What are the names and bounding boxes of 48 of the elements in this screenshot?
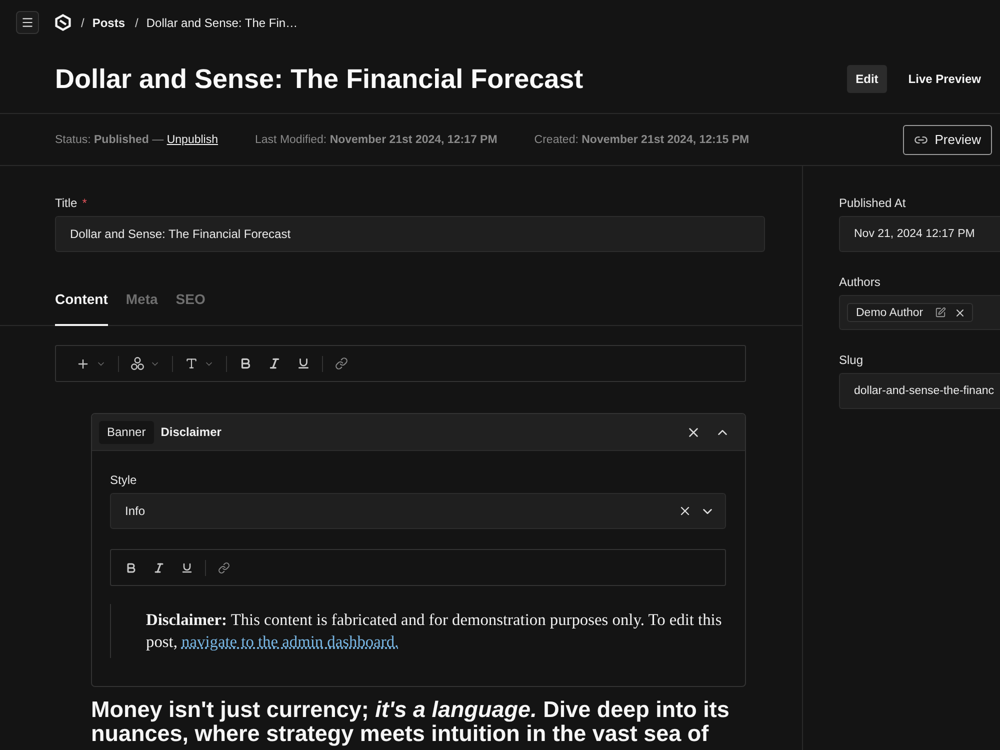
breadcrumb-separator: / [135, 16, 138, 30]
field-label: Published At [839, 196, 907, 210]
status-text: Status: Published — Unpublish [55, 134, 218, 146]
authors-field[interactable]: Demo Author [839, 295, 1000, 330]
breadcrumb-link[interactable]: Posts [92, 16, 126, 30]
link-icon [218, 562, 230, 574]
italic-icon [153, 562, 165, 574]
text-icon [185, 357, 198, 370]
block-type-label: Banner [99, 420, 154, 444]
breadcrumb-separator: / [81, 16, 84, 30]
body-paragraph: Money isn't just currency; it's a language. Dive deep into its nuances, where strategy meets intuition in the vast sea of [91, 698, 730, 746]
blocks-icon [131, 357, 144, 370]
bold-icon [239, 357, 252, 370]
slug-field[interactable]: dollar-and-sense-the-financ [839, 373, 1000, 409]
form-tab[interactable]: Meta [126, 286, 158, 326]
date-text: Created: November 21st 2024, 12:15 PM [534, 134, 750, 146]
edit-icon[interactable] [935, 307, 946, 318]
logo-icon[interactable] [55, 14, 71, 31]
menu-icon [21, 16, 34, 29]
form-tab[interactable]: SEO [176, 286, 206, 326]
block-name: Disclaimer [160, 425, 222, 439]
remove-icon[interactable] [954, 306, 966, 318]
date-text: Last Modified: November 21st 2024, 12:17 PM [255, 134, 498, 146]
field-label: Title * [55, 196, 88, 210]
author-name: Demo Author [856, 306, 924, 318]
underline-icon [297, 357, 310, 370]
breadcrumb-link[interactable]: Dollar and Sense: The Fin… [146, 16, 298, 30]
document-title: Dollar and Sense: The Financial Forecast [55, 64, 584, 94]
bold-icon [125, 562, 137, 574]
dashboard-link[interactable]: navigate to the admin dashboard. [182, 632, 399, 651]
date-field[interactable]: Nov 21, 2024 12:17 PM [839, 216, 1000, 252]
field-label: Style [110, 473, 138, 487]
disclaimer-text: Disclaimer: This content is fabricated and for demonstration purposes only. To edit this post, navigate to the admin dashboard. [146, 609, 723, 653]
style-select[interactable]: Info [110, 493, 726, 529]
menu-button[interactable] [16, 11, 39, 34]
view-tab[interactable]: Live Preview [899, 65, 990, 93]
field-label: Authors [839, 275, 882, 289]
underline-icon [181, 562, 193, 574]
title-field[interactable]: Dollar and Sense: The Financial Forecast [55, 216, 765, 252]
unpublish-link[interactable]: Unpublish [166, 134, 218, 146]
plus-icon [76, 356, 90, 370]
field-label: Slug [839, 353, 864, 367]
link-icon [335, 357, 348, 370]
view-tab[interactable]: Edit [846, 65, 888, 93]
preview-button[interactable]: Preview [902, 124, 992, 154]
clear-icon[interactable] [678, 504, 692, 518]
italic-icon [268, 357, 281, 370]
form-tab[interactable]: Content [55, 286, 108, 326]
